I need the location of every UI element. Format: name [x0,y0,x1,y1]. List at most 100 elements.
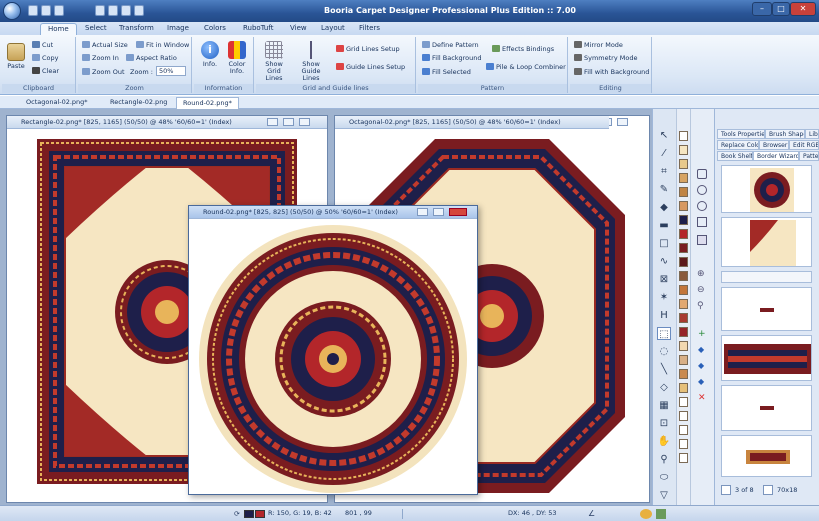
aspect-ratio-button[interactable]: Aspect Ratio [126,54,177,62]
doc-tab-round[interactable]: Round-02.png* [176,97,239,109]
define-pattern-button[interactable]: Define Pattern [422,41,479,49]
tab-select[interactable]: Select [78,23,114,35]
color-swatch[interactable] [679,425,688,435]
tab-rubotuft[interactable]: RuboTuft [236,23,280,35]
texture-tool-icon[interactable]: ▦ [657,399,671,412]
round-shape-icon[interactable] [697,201,707,211]
tab-tools-properties[interactable]: Tools Properties [717,129,765,139]
page-icon[interactable] [721,485,731,495]
color-swatch[interactable] [679,145,688,155]
crop-tool-icon[interactable]: ⌗ [657,165,671,178]
color-swatch[interactable] [679,215,688,225]
tab-view[interactable]: View [283,23,314,35]
grid-icon[interactable] [134,5,144,16]
circle-shape-icon[interactable] [697,185,707,195]
tab-replace-colors[interactable]: Replace Colors [717,140,759,150]
move-down-icon[interactable]: ◆ [698,361,704,370]
minimize-button[interactable]: – [752,2,772,16]
color-swatch[interactable] [679,411,688,421]
tab-border-wizard[interactable]: Border Wizard [753,151,799,161]
maximize-button[interactable]: □ [772,2,790,16]
tab-edit-rgb[interactable]: Edit RGB [789,140,819,150]
tab-colors[interactable]: Colors [197,23,233,35]
wand-tool-icon[interactable]: ✶ [657,291,671,304]
fit-in-window-button[interactable]: Fit in Window [136,41,189,49]
background-color-swatch[interactable] [255,510,265,518]
move-up-icon[interactable]: ◆ [698,345,704,354]
fill-tool-icon[interactable]: ◆ [657,201,671,214]
color-swatch[interactable] [679,173,688,183]
color-swatch[interactable] [679,257,688,267]
border-thumbnail[interactable] [721,335,812,381]
color-swatch[interactable] [679,369,688,379]
tab-transform[interactable]: Transform [112,23,161,35]
open-icon[interactable] [41,5,51,16]
minimize-icon[interactable] [267,118,278,126]
color-swatch[interactable] [679,327,688,337]
color-swatch[interactable] [679,131,688,141]
show-guide-lines-button[interactable]: Show Guide Lines [296,41,326,82]
fill-selected-button[interactable]: Fill Selected [422,68,471,76]
fill-background-button[interactable]: Fill Background [422,54,482,62]
marquee-tool-icon[interactable]: ⬚ [657,327,671,340]
delete-icon[interactable]: ✕ [698,393,706,403]
border-thumbnail[interactable] [721,385,812,431]
color-swatch[interactable] [679,243,688,253]
effects-bindings-button[interactable]: Effects Bindings [492,45,554,53]
paste-button[interactable]: Paste [6,43,26,70]
print-icon[interactable] [121,5,131,16]
color-swatch[interactable] [679,439,688,449]
pointer-tool-icon[interactable]: ↖ [657,129,671,142]
fill-with-background-button[interactable]: Fill with Background [574,68,649,76]
copy-button[interactable]: Copy [32,54,59,62]
mirror-mode-button[interactable]: Mirror Mode [574,41,623,49]
color-swatch[interactable] [679,271,688,281]
zoom-tool-icon[interactable]: ⚲ [657,453,671,466]
tab-browser[interactable]: Browser [759,140,789,150]
info-button[interactable]: i Info. [198,41,222,68]
color-swatch[interactable] [679,453,688,463]
cut-button[interactable]: Cut [32,41,53,49]
doc-tab-rectangle[interactable]: Rectangle-02.png [104,97,173,109]
border-thumbnail[interactable] [721,165,812,213]
color-swatch[interactable] [679,201,688,211]
text-tool-icon[interactable]: H [657,309,671,322]
restore-icon[interactable] [283,118,294,126]
border-thumbnail[interactable] [721,271,812,283]
frame-shape-icon[interactable] [697,217,707,227]
restore-icon[interactable] [433,208,444,216]
round-document-window[interactable]: Round-02.png* [825, 825] (50/50) @ 50% '… [188,205,478,495]
grid-lines-setup-button[interactable]: Grid Lines Setup [336,45,400,53]
zoom-out-button[interactable]: Zoom Out [82,68,125,76]
border-thumbnail[interactable] [721,435,812,477]
application-menu-button[interactable] [3,2,21,20]
color-swatch[interactable] [679,341,688,351]
pattern-tool-icon[interactable]: ⊠ [657,273,671,286]
tab-pattern[interactable]: Pattern [799,151,819,161]
status-toggle-icon[interactable] [656,509,666,519]
color-swatch[interactable] [679,313,688,323]
zoom-level-select[interactable]: 50% [156,66,186,76]
duplicate-icon[interactable]: ◆ [698,377,704,386]
zoom-in-icon[interactable]: ⊕ [697,269,707,279]
symmetry-mode-button[interactable]: Symmetry Mode [574,54,637,62]
tab-layout[interactable]: Layout [314,23,352,35]
square-shape-icon[interactable] [697,169,707,179]
undo-icon[interactable] [95,5,105,16]
transform-tool-icon[interactable]: ⊡ [657,417,671,430]
save-icon[interactable] [28,5,38,16]
color-swatch[interactable] [679,299,688,309]
tab-filters[interactable]: Filters [352,23,387,35]
redo-icon[interactable] [108,5,118,16]
eyedropper-tool-icon[interactable]: ⁄ [657,147,671,160]
doc-tab-octagonal[interactable]: Octagonal-02.png* [20,97,94,109]
eraser-tool-icon[interactable]: ◇ [657,381,671,394]
color-swatch[interactable] [679,397,688,407]
foreground-color-swatch[interactable] [244,510,254,518]
tab-library[interactable]: Librar [805,129,819,139]
color-swatch[interactable] [679,355,688,365]
zoom-out-icon[interactable]: ⊖ [697,285,707,295]
line-tool-icon[interactable]: ╲ [657,363,671,376]
lasso-tool-icon[interactable]: ◌ [657,345,671,358]
zoom-in-button[interactable]: Zoom In [82,54,119,62]
